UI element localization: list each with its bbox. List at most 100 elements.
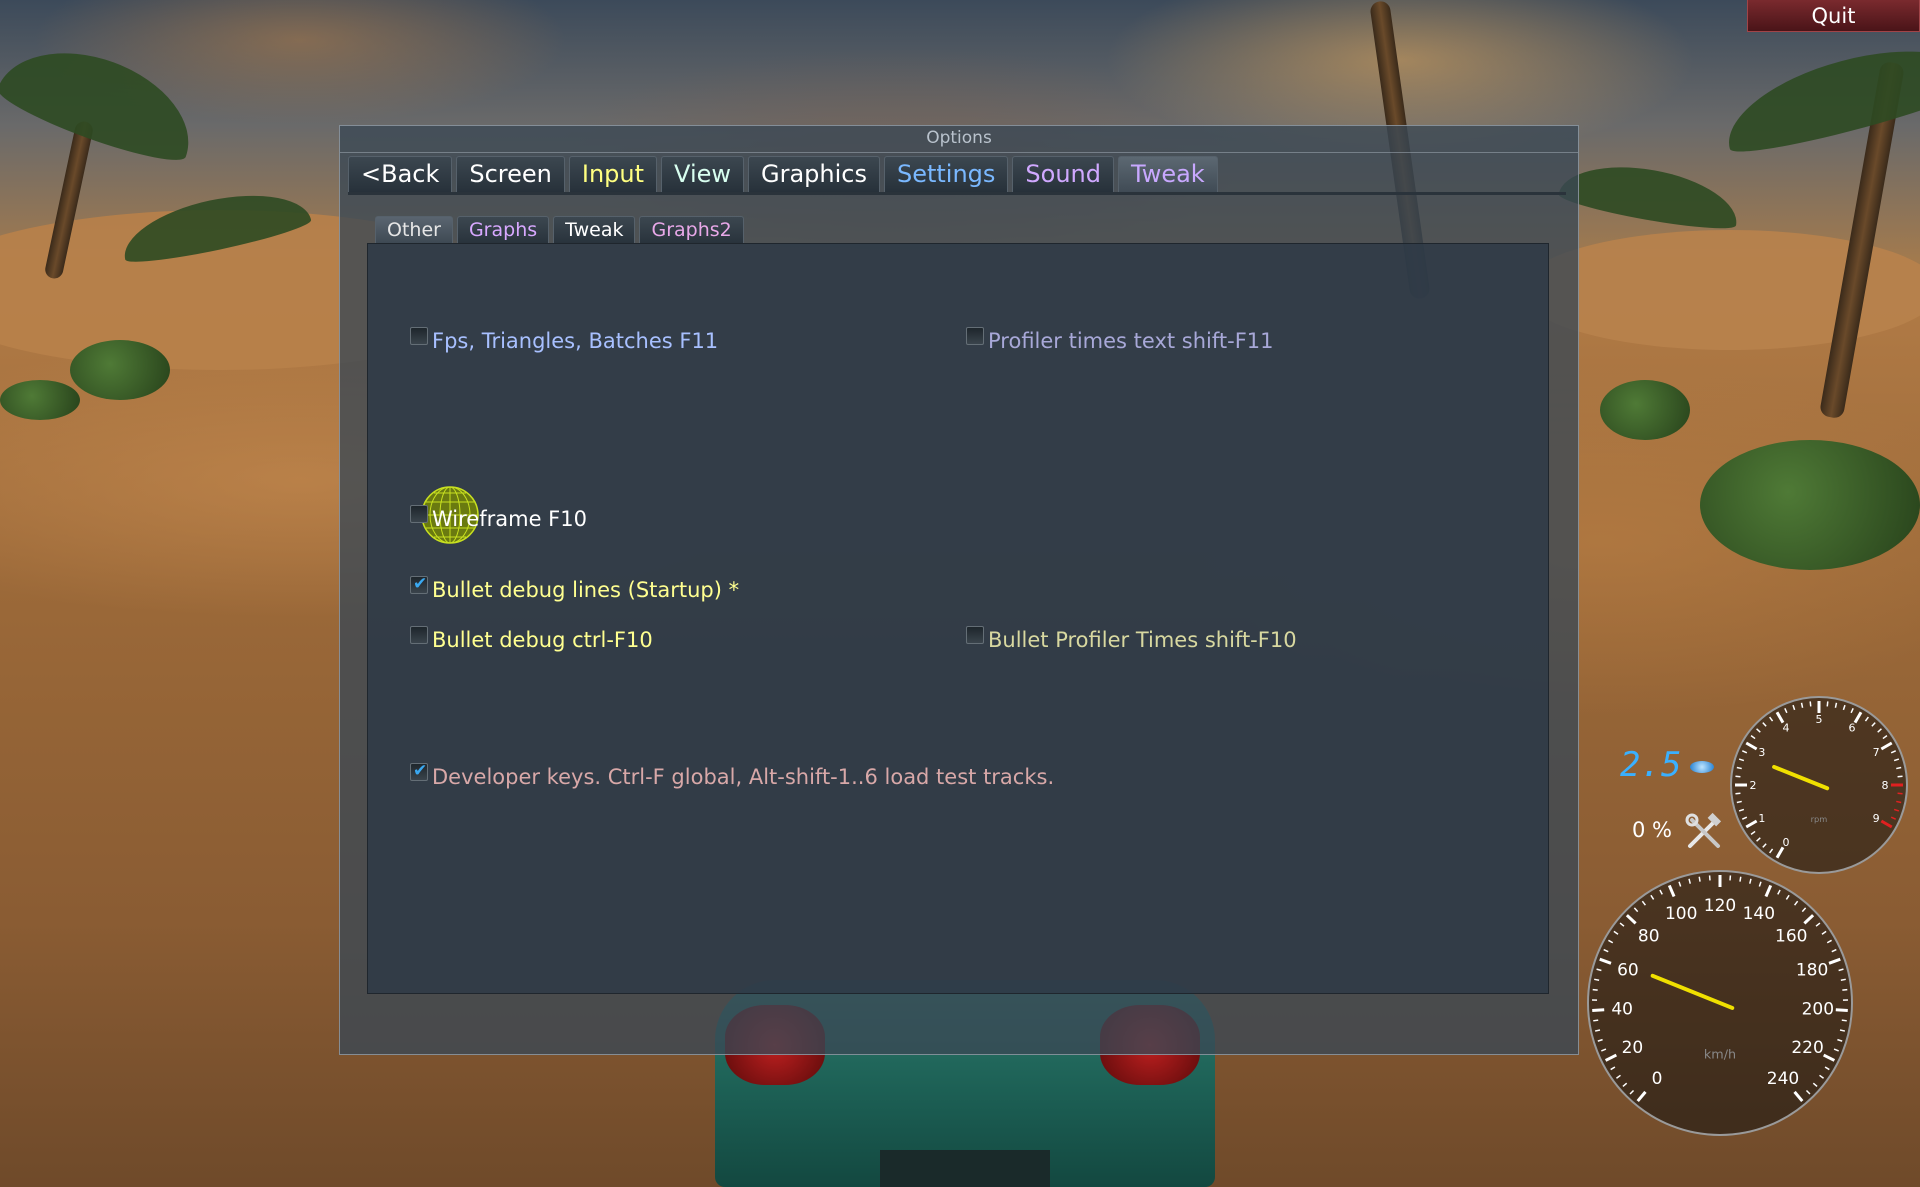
tab-settings[interactable]: Settings bbox=[883, 156, 1009, 192]
car-bumper bbox=[880, 1150, 1050, 1187]
wireframe-toggle[interactable]: Wireframe F10 bbox=[410, 505, 587, 531]
gauge-tick-label: 240 bbox=[1767, 1069, 1799, 1089]
gauge-tick-label: 20 bbox=[1622, 1038, 1644, 1058]
gauge-tick bbox=[1896, 766, 1902, 770]
gauge-tick-label: 160 bbox=[1775, 927, 1807, 947]
gauge-tick bbox=[1839, 1029, 1846, 1032]
gauge-tick bbox=[1739, 876, 1742, 882]
quit-button[interactable]: Quit bbox=[1747, 0, 1920, 32]
subtab-other[interactable]: Other bbox=[375, 216, 453, 244]
bullet-debug-lines-toggle[interactable]: ✔ Bullet debug lines (Startup) * bbox=[410, 574, 740, 602]
gauge-tick bbox=[1840, 978, 1846, 981]
gauge-tick-label: 7 bbox=[1873, 746, 1880, 759]
gauge-tick-label: 40 bbox=[1611, 1000, 1633, 1020]
gauge-tick-label: 5 bbox=[1816, 713, 1823, 726]
bullet-profiler-checkbox[interactable] bbox=[966, 626, 984, 644]
window-title-bar[interactable]: Options bbox=[340, 126, 1578, 153]
wrench-hammer-icon bbox=[1685, 812, 1722, 848]
bush bbox=[70, 340, 170, 400]
tab-view[interactable]: View bbox=[661, 156, 744, 192]
gauge-tick-label: 9 bbox=[1873, 812, 1880, 825]
subtab-graphs[interactable]: Graphs bbox=[456, 216, 550, 244]
gauge-tick bbox=[1593, 1019, 1599, 1022]
fps-checkbox[interactable] bbox=[410, 327, 428, 345]
gauge-tick-label: 8 bbox=[1882, 779, 1889, 792]
gauge-tick bbox=[1897, 792, 1903, 795]
tab-back[interactable]: <Back bbox=[348, 156, 453, 192]
gauge-tick-label: 180 bbox=[1796, 960, 1828, 980]
gauge-tick bbox=[1897, 775, 1903, 778]
gauge-tick bbox=[1736, 800, 1742, 804]
tab-sound[interactable]: Sound bbox=[1012, 156, 1114, 192]
gauge-tick bbox=[1594, 978, 1600, 981]
gear-indicator: 2.5 bbox=[1620, 745, 1682, 785]
gauge-tick bbox=[1800, 702, 1804, 708]
profiler-text-label: Profiler times text shift-F11 bbox=[988, 329, 1274, 353]
bullet-profiler-label: Bullet Profiler Times shift-F10 bbox=[988, 628, 1297, 652]
bullet-profiler-toggle[interactable]: Bullet Profiler Times shift-F10 bbox=[966, 626, 1297, 652]
gauge-tick bbox=[1594, 1029, 1601, 1032]
developer-keys-checkbox[interactable]: ✔ bbox=[410, 761, 428, 781]
subtab-tweak[interactable]: Tweak bbox=[553, 216, 636, 244]
gauge-tick-label: 140 bbox=[1743, 904, 1775, 924]
checkmark-icon: ✔ bbox=[413, 574, 428, 594]
gauge-tick-label: 6 bbox=[1849, 722, 1856, 735]
gauge-unit-label: km/h bbox=[1704, 1047, 1736, 1062]
window-title: Options bbox=[926, 128, 992, 148]
fps-label: Fps, Triangles, Batches F11 bbox=[432, 329, 719, 353]
wireframe-label: Wireframe F10 bbox=[432, 507, 587, 531]
gauge-tick bbox=[1809, 701, 1812, 707]
bush bbox=[0, 380, 80, 420]
gauge-tick bbox=[1842, 988, 1848, 991]
gauge-tick-label: 4 bbox=[1783, 722, 1790, 735]
gauge-tick-label: 120 bbox=[1704, 896, 1736, 916]
main-tab-bar: <Back Screen Input View Graphics Settings Soun… bbox=[348, 156, 1218, 192]
wireframe-checkbox[interactable] bbox=[410, 505, 428, 523]
tab-graphics[interactable]: Graphics bbox=[748, 156, 880, 192]
other-settings-panel: Fps, Triangles, Batches F11 Profiler tim… bbox=[367, 243, 1549, 994]
bush bbox=[1700, 440, 1920, 570]
gauge-tick bbox=[1896, 800, 1902, 804]
bullet-debug-checkbox[interactable] bbox=[410, 626, 428, 644]
gauge-tick-label: 80 bbox=[1638, 927, 1660, 947]
options-window: Options <Back Screen Input View Graphics Sett… bbox=[339, 125, 1579, 1055]
developer-keys-toggle[interactable]: ✔ Developer keys. Ctrl-F global, Alt-shi… bbox=[410, 761, 1055, 789]
tab-input[interactable]: Input bbox=[568, 156, 658, 192]
gauge-tick bbox=[1834, 702, 1838, 708]
gauge-tick bbox=[1826, 701, 1829, 707]
tab-screen[interactable]: Screen bbox=[456, 156, 565, 192]
bullet-debug-label: Bullet debug ctrl-F10 bbox=[432, 628, 653, 652]
gauge-tick bbox=[1735, 775, 1741, 778]
tab-tweak[interactable]: Tweak bbox=[1118, 156, 1218, 192]
damage-percent: 0 % bbox=[1632, 818, 1672, 842]
checkmark-icon: ✔ bbox=[413, 761, 428, 781]
gauge-tick bbox=[1592, 988, 1598, 991]
gauge-tick-label: 220 bbox=[1791, 1038, 1823, 1058]
bush bbox=[1600, 380, 1690, 440]
gauge-tick-label: 200 bbox=[1802, 1000, 1834, 1020]
gauge-tick bbox=[1592, 1008, 1605, 1012]
tab-bar-divider bbox=[348, 192, 1566, 195]
gauge-tick bbox=[1841, 1019, 1847, 1022]
gauge-tick bbox=[1736, 766, 1742, 770]
profiler-text-checkbox[interactable] bbox=[966, 327, 984, 345]
gauge-tick bbox=[1698, 876, 1701, 882]
bullet-debug-toggle[interactable]: Bullet debug ctrl-F10 bbox=[410, 626, 653, 652]
gauge-tick-label: 0 bbox=[1783, 836, 1790, 849]
gauge-tick bbox=[1835, 1008, 1848, 1012]
gauge-tick-label: 100 bbox=[1665, 904, 1697, 924]
boost-flame-icon bbox=[1690, 761, 1714, 773]
gauge-unit-label: rpm bbox=[1811, 814, 1828, 824]
gauge-tick-label: 0 bbox=[1652, 1069, 1663, 1089]
bullet-debug-lines-checkbox[interactable]: ✔ bbox=[410, 574, 428, 594]
bullet-debug-lines-label: Bullet debug lines (Startup) * bbox=[432, 578, 740, 602]
sub-tab-bar: Other Graphs Tweak Graphs2 bbox=[375, 216, 744, 244]
fps-toggle[interactable]: Fps, Triangles, Batches F11 bbox=[410, 327, 719, 353]
subtab-graphs2[interactable]: Graphs2 bbox=[639, 216, 744, 244]
gauge-tick bbox=[1735, 792, 1741, 795]
gauge-tick-label: 1 bbox=[1758, 812, 1765, 825]
developer-keys-label: Developer keys. Ctrl-F global, Alt-shift… bbox=[432, 765, 1055, 789]
gauge-tick-label: 60 bbox=[1617, 960, 1639, 980]
profiler-text-toggle[interactable]: Profiler times text shift-F11 bbox=[966, 327, 1274, 353]
rpm-gauge: 0 1 2 3 4 5 6 7 8 9 rpm bbox=[1730, 696, 1908, 874]
